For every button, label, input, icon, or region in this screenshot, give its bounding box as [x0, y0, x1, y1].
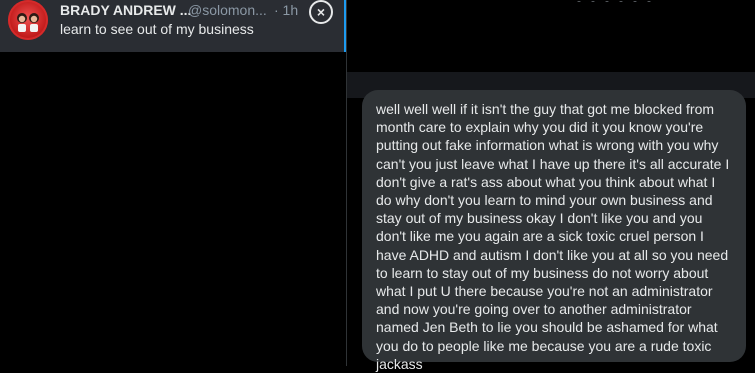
message-text: well well well if it isn't the guy that … — [376, 101, 730, 372]
author-name[interactable]: BRADY ANDREW ... — [60, 2, 191, 18]
conversation-pane: well well well if it isn't the guy that … — [347, 0, 755, 372]
cropped-header-fragment — [577, 0, 737, 2]
avatar[interactable] — [8, 0, 48, 40]
message-bubble[interactable]: well well well if it isn't the guy that … — [362, 90, 746, 372]
close-icon[interactable]: × — [309, 0, 333, 24]
notification-text: learn to see out of my business — [60, 21, 254, 37]
notification-toast[interactable]: BRADY ANDREW ... @solomon... · 1h learn … — [0, 0, 346, 52]
author-handle[interactable]: @solomon... — [188, 2, 267, 18]
timestamp: · 1h — [274, 2, 299, 18]
avatar-image — [17, 13, 39, 32]
left-pane: BRADY ANDREW ... @solomon... · 1h learn … — [0, 0, 346, 366]
